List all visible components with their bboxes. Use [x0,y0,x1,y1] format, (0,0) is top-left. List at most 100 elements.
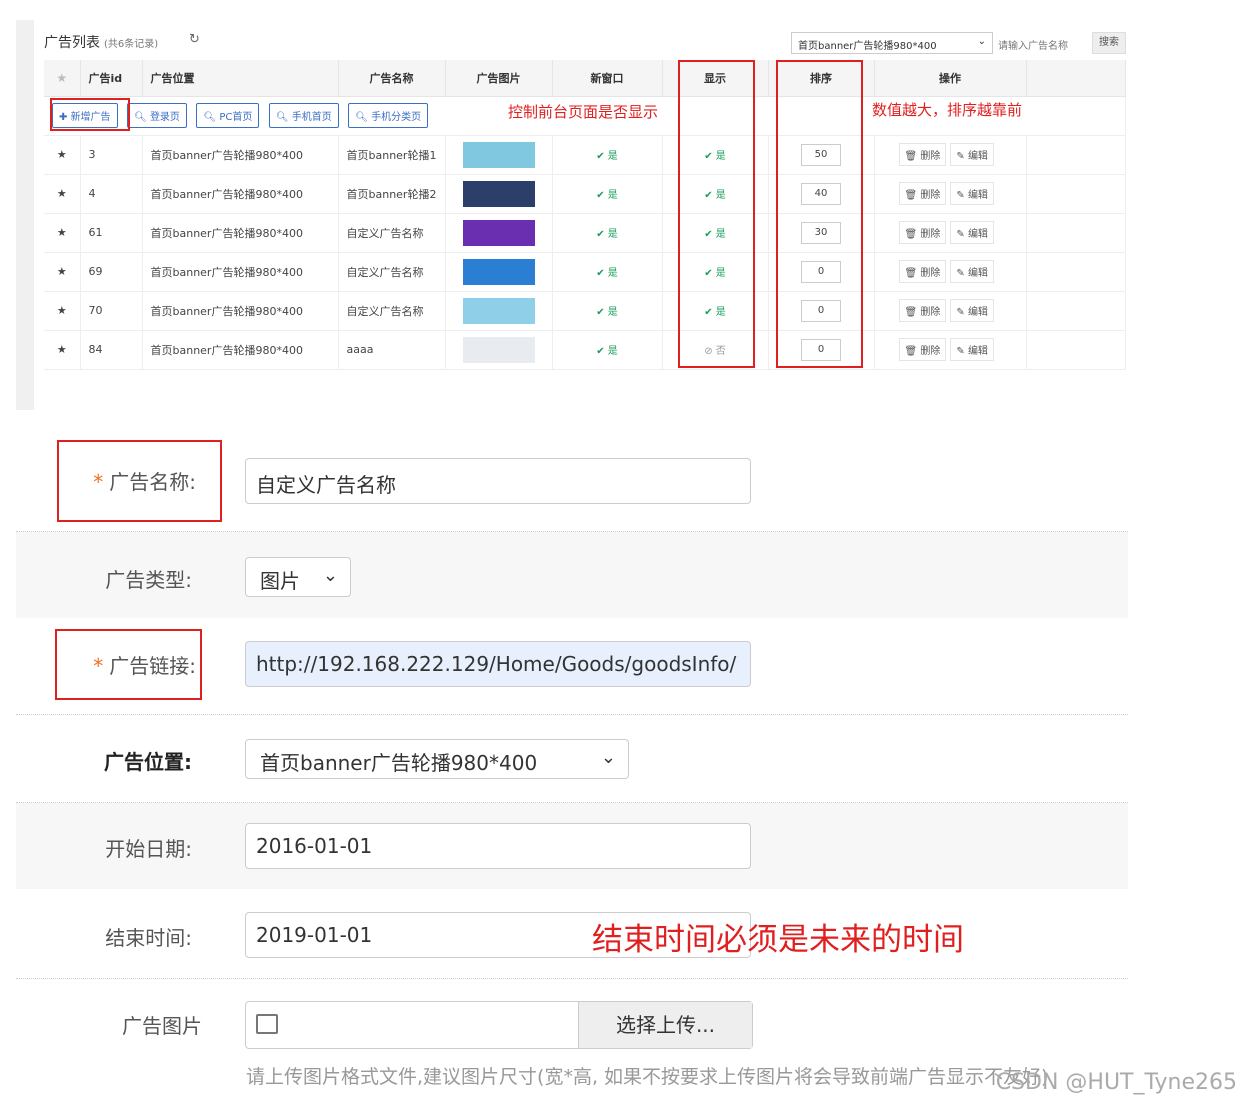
edit-button[interactable]: ✎ 编辑 [950,221,994,244]
new-window-value: 是 [607,190,618,201]
form-row-start: 开始日期: 2016-01-01 [16,803,1128,889]
cell-actions: 🗑︎ 删除 ✎ 编辑 [874,135,1027,175]
cell-new-window[interactable]: ✔ 是 [552,291,663,331]
cell-new-window[interactable]: ✔ 是 [552,135,663,175]
cell-position: 首页banner广告轮播980*400 [142,291,339,331]
table-row: ★ 61 首页banner广告轮播980*400 自定义广告名称 ✔ 是 ✔ 是… [44,213,1126,253]
refresh-icon[interactable]: ↻ [189,32,200,47]
ad-thumbnail[interactable] [462,258,535,285]
edit-button[interactable]: ✎ 编辑 [950,299,994,322]
check-icon: ✔ [596,346,608,357]
edit-button[interactable]: ✎ 编辑 [950,182,994,205]
position-label: 广告位置: [104,750,192,774]
check-icon: ✔ [596,268,608,279]
check-icon: ✔ [596,190,608,201]
cell-actions: 🗑︎ 删除 ✎ 编辑 [874,291,1027,331]
check-icon: ✔ [596,229,608,240]
edit-button[interactable]: ✎ 编辑 [950,143,994,166]
delete-button[interactable]: 🗑︎ 删除 [898,338,947,361]
start-date-label: 开始日期: [105,837,192,861]
form-row-position: 广告位置: 首页banner广告轮播980*400 ⌄ [16,716,1128,802]
cell-actions: 🗑︎ 删除 ✎ 编辑 [874,252,1027,292]
cell-id: 69 [80,252,143,292]
table-row: ★ 4 首页banner广告轮播980*400 首页banner轮播2 ✔ 是 … [44,174,1126,214]
chevron-down-icon: ⌄ [977,36,986,47]
cell-id: 84 [80,330,143,370]
cell-new-window[interactable]: ✔ 是 [552,213,663,253]
ad-thumbnail[interactable] [462,297,535,324]
edit-button[interactable]: ✎ 编辑 [950,260,994,283]
star-icon[interactable]: ★ [44,135,81,175]
cell-new-window[interactable]: ✔ 是 [552,330,663,370]
star-icon[interactable]: ★ [44,291,81,331]
cell-id: 3 [80,135,143,175]
cell-name: 自定义广告名称 [338,213,446,253]
ad-thumbnail[interactable] [462,336,535,363]
edit-button[interactable]: ✎ 编辑 [950,338,994,361]
edit-label: 编辑 [967,346,988,357]
delete-button[interactable]: 🗑︎ 删除 [898,299,947,322]
cell-image [445,252,553,292]
star-icon[interactable]: ★ [44,330,81,370]
ad-name-input[interactable]: 自定义广告名称 [245,458,751,504]
cell-empty [1026,213,1126,253]
trash-icon: 🗑︎ [904,151,921,162]
delete-button[interactable]: 🗑︎ 删除 [898,260,947,283]
image-icon [256,1014,278,1034]
cell-name: 自定义广告名称 [338,291,446,331]
table-row: ★ 3 首页banner广告轮播980*400 首页banner轮播1 ✔ 是 … [44,135,1126,175]
annotation-box-show [678,60,755,368]
delete-button[interactable]: 🗑︎ 删除 [898,182,947,205]
search-input[interactable]: 请输入广告名称 [996,33,1092,53]
upload-button[interactable]: 选择上传... [578,1002,752,1048]
ad-type-select[interactable]: 图片 ⌄ [245,557,351,597]
edit-icon: ✎ [956,307,968,318]
star-icon[interactable]: ★ [44,252,81,292]
ad-position-select[interactable]: 首页banner广告轮播980*400 ⌄ [245,739,629,779]
cell-empty [1026,330,1126,370]
cell-position: 首页banner广告轮播980*400 [142,174,339,214]
star-icon[interactable]: ★ [44,213,81,253]
ad-thumbnail[interactable] [462,141,535,168]
annotation-sort-text: 数值越大，排序越靠前 [872,101,1023,119]
ad-thumbnail[interactable] [462,219,535,246]
delete-label: 删除 [920,151,941,162]
filter-pc-home-button[interactable]: 🔍︎ PC首页 [196,103,260,128]
filter-pc-label: PC首页 [219,112,253,123]
cell-new-window[interactable]: ✔ 是 [552,252,663,292]
cell-image [445,213,553,253]
chevron-down-icon: ⌄ [322,565,338,586]
annotation-box-name [57,440,222,522]
edit-label: 编辑 [967,229,988,240]
position-filter-select[interactable]: 首页banner广告轮播980*400 ⌄ [791,32,993,54]
position-filter-value: 首页banner广告轮播980*400 [798,41,937,52]
delete-button[interactable]: 🗑︎ 删除 [898,221,947,244]
record-count: (共6条记录) [104,39,159,50]
filter-mobile-home-label: 手机首页 [291,112,332,123]
cell-id: 61 [80,213,143,253]
panel-left-bar [16,20,34,410]
cell-position: 首页banner广告轮播980*400 [142,330,339,370]
ad-link-input[interactable]: http://192.168.222.129/Home/Goods/goodsI… [245,641,751,687]
cell-new-window[interactable]: ✔ 是 [552,174,663,214]
search-button[interactable]: 搜索 [1092,32,1126,54]
edit-icon: ✎ [956,268,968,279]
end-date-label: 结束时间: [105,926,192,950]
start-date-input[interactable]: 2016-01-01 [245,823,751,869]
new-window-value: 是 [607,268,618,279]
header-star: ★ [44,60,81,97]
filter-mobile-category-button[interactable]: 🔍︎ 手机分类页 [348,103,429,128]
list-title: 广告列表 (共6条记录) [44,32,158,52]
filter-login-page-button[interactable]: 🔍︎ 登录页 [127,103,187,128]
ad-thumbnail[interactable] [462,180,535,207]
edit-icon: ✎ [956,151,968,162]
delete-label: 删除 [920,268,941,279]
filter-mobile-home-button[interactable]: 🔍︎ 手机首页 [268,103,339,128]
edit-label: 编辑 [967,307,988,318]
image-upload-field[interactable]: 选择上传... [245,1001,753,1049]
star-icon[interactable]: ★ [44,174,81,214]
cell-position: 首页banner广告轮播980*400 [142,213,339,253]
trash-icon: 🗑︎ [904,229,921,240]
trash-icon: 🗑︎ [904,307,921,318]
delete-button[interactable]: 🗑︎ 删除 [898,143,947,166]
